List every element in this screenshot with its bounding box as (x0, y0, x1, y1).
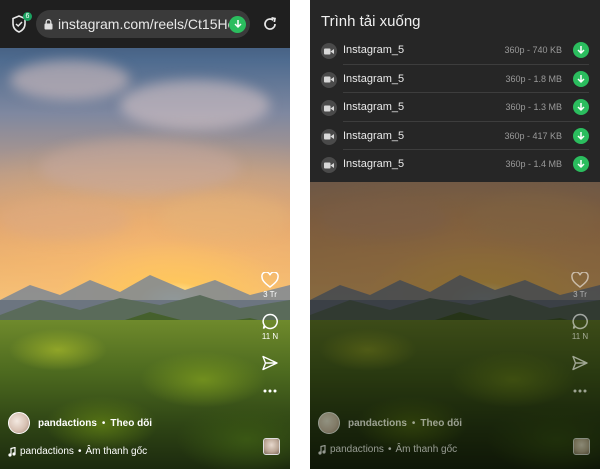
author-row: pandactions • Theo dõi (8, 412, 152, 434)
audio-thumbnail[interactable] (573, 438, 590, 455)
audio-label: Âm thanh gốc (395, 444, 458, 455)
audio-author: pandactions (20, 446, 74, 457)
download-arrow-icon (577, 103, 585, 112)
more-dots-icon (573, 389, 587, 393)
cloud (10, 60, 130, 100)
download-list: Instagram_5 360p - 740 KB Instagram_5 36… (310, 36, 600, 179)
cloud (40, 140, 240, 195)
share-button[interactable] (262, 355, 278, 371)
audio-author: pandactions (330, 444, 384, 455)
separator-dot: • (387, 444, 392, 455)
left-screen: 6 instagram.com/reels/Ct15He 3 Tr 11 N p… (0, 0, 290, 469)
reel-actions: 3 Tr 11 N (568, 272, 592, 393)
avatar[interactable] (8, 412, 30, 434)
url-text: instagram.com/reels/Ct15He (58, 16, 229, 32)
cloud (0, 200, 130, 240)
download-arrow-icon (233, 20, 242, 29)
download-button[interactable] (229, 15, 246, 33)
like-button[interactable]: 3 Tr (571, 272, 589, 299)
download-item-name: Instagram_5 (343, 129, 405, 142)
music-note-icon (8, 446, 16, 457)
download-item-name: Instagram_5 (343, 101, 405, 113)
comment-count: 11 N (571, 332, 589, 341)
audio-thumbnail[interactable] (263, 438, 280, 455)
download-item-meta: 360p - 417 KB (504, 130, 562, 141)
video-camera-icon (321, 43, 337, 59)
comment-count: 11 N (261, 332, 279, 341)
download-panel-title: Trình tải xuống (321, 13, 421, 30)
send-icon (262, 355, 278, 371)
comment-button[interactable]: 11 N (262, 313, 279, 341)
audio-row[interactable]: pandactions • Âm thanh gốc (318, 444, 457, 455)
download-panel: Trình tải xuống Instagram_5 360p - 740 K… (310, 0, 600, 182)
share-button[interactable] (572, 355, 588, 371)
shield-badge: 6 (23, 12, 32, 21)
download-item-button[interactable] (573, 70, 589, 87)
send-icon (572, 355, 588, 371)
browser-toolbar: 6 instagram.com/reels/Ct15He (0, 0, 290, 48)
audio-row[interactable]: pandactions • Âm thanh gốc (8, 446, 147, 457)
reload-icon (264, 16, 277, 30)
download-item-meta: 360p - 1.8 MB (505, 73, 562, 84)
cloud (160, 195, 290, 240)
download-item-button[interactable] (573, 99, 589, 115)
download-arrow-icon (577, 131, 585, 140)
download-item-meta: 360p - 1.4 MB (505, 159, 562, 169)
comment-icon (261, 313, 278, 330)
comment-button[interactable]: 11 N (572, 313, 589, 341)
lock-icon (44, 18, 53, 29)
author-name[interactable]: pandactions (348, 418, 407, 429)
comment-icon (571, 313, 588, 330)
download-item-name: Instagram_5 (343, 72, 405, 85)
music-note-icon (318, 444, 326, 455)
reel-video[interactable] (0, 0, 290, 469)
heart-icon (571, 272, 589, 288)
shield-button[interactable]: 6 (6, 11, 32, 37)
avatar[interactable] (318, 412, 340, 434)
like-count: 3 Tr (573, 290, 587, 299)
download-item[interactable]: Instagram_5 360p - 1.8 MB (310, 65, 600, 93)
download-item[interactable]: Instagram_5 360p - 1.3 MB (310, 93, 600, 122)
follow-button[interactable]: Theo dõi (110, 418, 152, 429)
download-item[interactable]: Instagram_5 360p - 417 KB (310, 122, 600, 150)
download-item-button[interactable] (573, 127, 589, 144)
video-camera-icon (321, 100, 337, 116)
download-item-meta: 360p - 740 KB (504, 45, 562, 55)
download-item-button[interactable] (573, 156, 589, 172)
right-screen: 3 Tr 11 N pandactions • Theo dõi pandact… (310, 0, 600, 469)
download-arrow-icon (577, 46, 585, 55)
more-button[interactable] (573, 389, 587, 393)
download-item-name: Instagram_5 (343, 44, 405, 56)
download-item[interactable]: Instagram_5 360p - 1.4 MB (310, 150, 600, 179)
download-arrow-icon (577, 74, 585, 83)
download-item[interactable]: Instagram_5 360p - 740 KB (310, 36, 600, 65)
address-bar[interactable]: instagram.com/reels/Ct15He (36, 10, 250, 38)
audio-label: Âm thanh gốc (85, 446, 148, 457)
separator-dot: • (101, 417, 106, 429)
more-button[interactable] (263, 389, 277, 393)
like-count: 3 Tr (263, 290, 277, 299)
cloud (120, 80, 270, 130)
video-camera-icon (321, 71, 337, 88)
video-camera-icon (321, 157, 337, 173)
like-button[interactable]: 3 Tr (261, 272, 279, 299)
separator-dot: • (77, 446, 82, 457)
reload-button[interactable] (260, 14, 280, 34)
video-camera-icon (321, 128, 337, 145)
download-item-name: Instagram_5 (343, 158, 405, 170)
download-item-button[interactable] (573, 42, 589, 58)
author-name[interactable]: pandactions (38, 418, 97, 429)
heart-icon (261, 272, 279, 288)
author-row: pandactions • Theo dõi (318, 412, 462, 434)
more-dots-icon (263, 389, 277, 393)
reel-actions: 3 Tr 11 N (258, 272, 282, 393)
follow-button[interactable]: Theo dõi (420, 418, 462, 429)
separator-dot: • (411, 417, 416, 429)
download-arrow-icon (577, 160, 585, 169)
download-item-meta: 360p - 1.3 MB (505, 102, 562, 112)
